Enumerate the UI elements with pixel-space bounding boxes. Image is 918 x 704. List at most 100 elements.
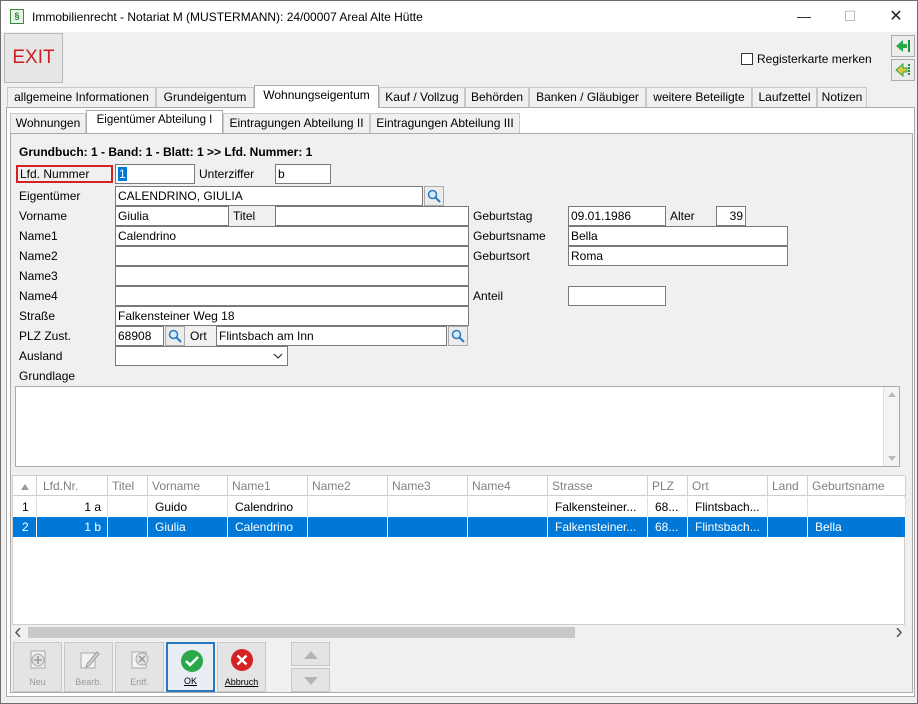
cell-ort: Flintsbach... [688, 517, 768, 537]
cell-titel [108, 497, 148, 517]
add-icon [30, 650, 46, 669]
sort-indicator[interactable] [13, 476, 37, 496]
column-header-vorname[interactable]: Vorname [148, 476, 228, 496]
eigentuemer-input[interactable]: CALENDRINO, GIULIA [115, 186, 423, 206]
grundlage-label: Grundlage [19, 369, 76, 383]
scroll-down-icon [888, 456, 896, 461]
column-header-name3[interactable]: Name3 [388, 476, 468, 496]
sort-up-icon [21, 484, 29, 490]
search-icon [427, 189, 441, 203]
plz-search-button[interactable] [165, 326, 185, 346]
titel-input[interactable] [275, 206, 469, 226]
window-title: Immobilienrecht - Notariat M (MUSTERMANN… [32, 10, 423, 24]
tab-behoerden[interactable]: Behörden [465, 87, 529, 107]
column-header-name2[interactable]: Name2 [308, 476, 388, 496]
alter-label: Alter [670, 209, 695, 223]
maximize-button[interactable]: ☐ [827, 1, 873, 32]
cell-plz: 68... [648, 517, 688, 537]
geburtsort-input[interactable]: Roma [568, 246, 788, 266]
geburtsort-label: Geburtsort [473, 249, 530, 263]
scroll-right-icon [896, 628, 902, 637]
column-header-geburtsname[interactable]: Geburtsname [808, 476, 906, 496]
grundlage-textarea[interactable] [15, 386, 900, 467]
row-index: 1 [13, 497, 37, 517]
abbruch-button[interactable]: Abbruch [217, 642, 266, 692]
abbruch-label: Abbruch [224, 677, 259, 687]
minimize-button[interactable]: — [781, 1, 827, 32]
plz-input[interactable]: 68908 [115, 326, 164, 346]
cell-name4 [468, 497, 548, 517]
cell-geburtsname [808, 497, 906, 517]
tab-weitere-beteiligte[interactable]: weitere Beteiligte [646, 87, 752, 107]
cell-ort: Flintsbach... [688, 497, 768, 517]
cell-name1: Calendrino [228, 497, 308, 517]
exit-button[interactable]: EXIT [4, 33, 63, 83]
tab-allgemeine-informationen[interactable]: allgemeine Informationen [7, 87, 156, 107]
vorname-label: Vorname [19, 209, 68, 223]
register-checkbox[interactable] [741, 53, 753, 65]
unterziffer-input[interactable]: b [275, 164, 331, 184]
column-header-titel[interactable]: Titel [108, 476, 148, 496]
move-down-button[interactable] [291, 668, 330, 692]
subtab-wohnungen[interactable]: Wohnungen [10, 113, 86, 133]
tab-banken-glaeubiger[interactable]: Banken / Gläubiger [529, 87, 646, 107]
anteil-input[interactable] [568, 286, 666, 306]
row-index: 2 [13, 517, 37, 537]
column-header-land[interactable]: Land [768, 476, 808, 496]
ort-search-button[interactable] [448, 326, 468, 346]
table-horizontal-scrollbar[interactable] [12, 625, 905, 640]
lfd-nummer-input[interactable]: 1 [115, 164, 195, 184]
name3-input[interactable] [115, 266, 469, 286]
geburtsname-input[interactable]: Bella [568, 226, 788, 246]
cell-name4 [468, 517, 548, 537]
tab-wohnungseigentum[interactable]: Wohnungseigentum [254, 85, 379, 108]
cell-strasse: Falkensteiner... [548, 497, 648, 517]
scrollbar-thumb[interactable] [28, 627, 575, 638]
tab-grundeigentum[interactable]: Grundeigentum [156, 87, 254, 107]
register-label: Registerkarte merken [757, 52, 872, 66]
name2-input[interactable] [115, 246, 469, 266]
grundlage-scrollbar[interactable] [883, 387, 899, 466]
name1-input[interactable]: Calendrino [115, 226, 469, 246]
anteil-label: Anteil [473, 289, 504, 303]
ok-button[interactable]: OK [166, 642, 215, 692]
geburtstag-label: Geburtstag [473, 209, 533, 223]
vorname-input[interactable]: Giulia [115, 206, 229, 226]
column-header-name4[interactable]: Name4 [468, 476, 548, 496]
move-up-button[interactable] [291, 642, 330, 666]
bearb-button[interactable]: Bearb. [64, 642, 113, 692]
ort-input[interactable]: Flintsbach am Inn [216, 326, 447, 346]
close-button[interactable]: ✕ [873, 1, 918, 32]
ausland-select[interactable] [115, 346, 288, 366]
tab-notizen[interactable]: Notizen [817, 87, 867, 107]
alter-input[interactable]: 39 [716, 206, 746, 226]
arrow-left-dotted-icon [895, 63, 910, 77]
column-header-ort[interactable]: Ort [688, 476, 768, 496]
table-row-selected[interactable]: 2 1 b Giulia Calendrino Falkensteiner...… [13, 517, 906, 537]
tab-kauf-vollzug[interactable]: Kauf / Vollzug [379, 87, 465, 107]
strasse-input[interactable]: Falkensteiner Weg 18 [115, 306, 469, 326]
geburtstag-input[interactable]: 09.01.1986 [568, 206, 666, 226]
nav-back-dotted-button[interactable] [891, 59, 915, 81]
cell-name1: Calendrino [228, 517, 308, 537]
name1-label: Name1 [19, 229, 58, 243]
entf-button[interactable]: Entf. [115, 642, 164, 692]
tab-laufzettel[interactable]: Laufzettel [752, 87, 817, 107]
column-header-plz[interactable]: PLZ [648, 476, 688, 496]
cell-land [768, 517, 808, 537]
nav-back-button[interactable] [891, 35, 915, 57]
column-header-strasse[interactable]: Strasse [548, 476, 648, 496]
subtab-eintragungen-abteilung-2[interactable]: Eintragungen Abteilung II [223, 113, 370, 133]
neu-button[interactable]: Neu [13, 642, 62, 692]
name4-input[interactable] [115, 286, 469, 306]
arrow-left-icon [896, 40, 910, 52]
subtab-eigentuemer-abteilung-1[interactable]: Eigentümer Abteilung I [86, 110, 223, 133]
subtab-eintragungen-abteilung-3[interactable]: Eintragungen Abteilung III [370, 113, 520, 133]
table-row[interactable]: 1 1 a Guido Calendrino Falkensteiner... … [13, 497, 906, 517]
eigentuemer-search-button[interactable] [424, 186, 444, 206]
cancel-icon [231, 649, 253, 671]
column-header-name1[interactable]: Name1 [228, 476, 308, 496]
lfd-nummer-label: Lfd. Nummer [16, 165, 113, 183]
column-header-lfdnr[interactable]: Lfd.Nr. [37, 476, 108, 496]
strasse-label: Straße [19, 309, 56, 323]
